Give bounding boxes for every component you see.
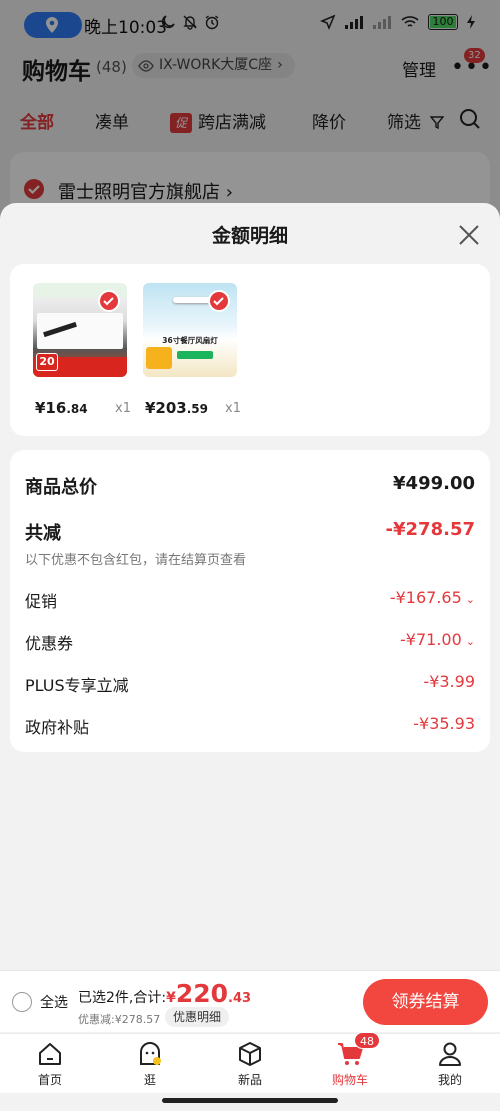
plus-row: PLUS专享立减 -¥3.99 <box>25 672 475 695</box>
selected-text: 已选2件,合计: <box>78 990 167 1006</box>
discount-summary: 优惠减:¥278.57 <box>78 1013 161 1026</box>
coupon-value-wrap: -¥71.00 ⌄ <box>400 630 475 649</box>
total-reduce-label: 共减 <box>25 523 61 544</box>
checkout-bar: 全选 已选2件,合计:¥220.43 优惠减:¥278.57 优惠明细 领券结算 <box>0 970 500 1032</box>
coupon-value: -¥71.00 <box>400 630 462 649</box>
nav-cart-label: 购物车 <box>331 1073 368 1087</box>
product-2-qty: x1 <box>225 401 241 416</box>
discount-note: 以下优惠不包含红包，请在结算页查看 <box>25 549 475 568</box>
box-icon <box>239 1042 261 1066</box>
product-1-price-decimal: .84 <box>66 402 88 416</box>
product-2-price-decimal: .59 <box>186 402 209 416</box>
product-image-2-label: 36寸餐厅风扇灯 <box>162 336 218 345</box>
product-image-1: 20 <box>33 283 127 377</box>
goods-total-value: ¥499.00 <box>393 473 475 494</box>
plus-label: PLUS专享立减 <box>25 676 129 695</box>
goods-total-row: 商品总价 ¥499.00 <box>25 473 475 498</box>
chevron-down-icon: ⌄ <box>465 635 475 648</box>
product-item[interactable]: 36寸餐厅风扇灯 ¥203.59 x1 <box>143 283 241 417</box>
total-amount: ¥220.43 <box>166 979 252 1008</box>
product-1-check <box>98 290 120 312</box>
nav-me-label: 我的 <box>437 1073 462 1087</box>
nav-me[interactable]: 我的 <box>415 1038 485 1088</box>
chevron-down-icon: ⌄ <box>465 593 475 606</box>
user-icon <box>439 1042 461 1066</box>
subsidy-row: 政府补贴 -¥35.93 <box>25 714 475 737</box>
nav-new-label: 新品 <box>237 1073 262 1087</box>
product-2-price-main: ¥203 <box>145 399 187 417</box>
product-image-1-label: 20 <box>36 353 58 371</box>
check-icon <box>103 297 114 306</box>
product-item[interactable]: 20 ¥16.84 x1 <box>33 283 131 417</box>
discount-note-text: 以下优惠不包含红包，请在结算页查看 <box>25 553 247 568</box>
product-2-check <box>208 290 230 312</box>
close-icon[interactable] <box>457 223 481 247</box>
coupon-label: 优惠券 <box>25 634 74 653</box>
nav-explore[interactable]: 逛 <box>115 1038 185 1088</box>
total-decimal: .43 <box>228 991 252 1006</box>
coupon-row[interactable]: 优惠券 -¥71.00 ⌄ <box>25 630 475 653</box>
promo-row[interactable]: 促销 -¥167.65 ⌄ <box>25 588 475 611</box>
promo-label: 促销 <box>25 592 58 611</box>
nav-home[interactable]: 首页 <box>15 1038 85 1088</box>
select-all-label[interactable]: 全选 <box>40 992 68 1012</box>
cart-count-badge: 48 <box>354 1032 380 1049</box>
summary-line: 已选2件,合计:¥220.43 <box>78 979 251 1008</box>
promo-value-wrap: -¥167.65 ⌄ <box>390 588 475 607</box>
product-image-2: 36寸餐厅风扇灯 <box>143 283 237 377</box>
check-icon <box>213 297 224 306</box>
subsidy-value: -¥35.93 <box>413 714 475 733</box>
subsidy-label: 政府补贴 <box>25 718 90 737</box>
nav-new[interactable]: 新品 <box>215 1038 285 1088</box>
nav-home-label: 首页 <box>37 1073 62 1087</box>
promo-value: -¥167.65 <box>389 588 462 607</box>
total-reduce-value: -¥278.57 <box>385 519 475 540</box>
total-symbol: ¥ <box>166 990 176 1006</box>
plus-value: -¥3.99 <box>423 672 475 691</box>
bottom-nav: 首页 逛 新品 购物车 我的 <box>0 1033 500 1093</box>
discount-detail-button[interactable]: 优惠明细 <box>165 1007 230 1027</box>
amount-detail-card: 商品总价 ¥499.00 共减 -¥278.57 以下优惠不包含红包，请在结算页… <box>10 450 490 752</box>
home-indicator <box>162 1098 338 1103</box>
total-main: 220 <box>175 979 229 1008</box>
total-reduce-row: 共减 -¥278.57 <box>25 519 475 544</box>
modal-overlay[interactable] <box>0 0 500 230</box>
select-all-checkbox[interactable] <box>12 992 32 1012</box>
explore-mascot-icon <box>140 1042 161 1065</box>
product-1-price: ¥16.84 <box>35 399 88 417</box>
checkout-button[interactable]: 领券结算 <box>363 979 488 1025</box>
sheet-title: 金额明细 <box>211 225 288 247</box>
home-icon <box>39 1043 61 1065</box>
nav-explore-label: 逛 <box>143 1073 156 1087</box>
goods-total-label: 商品总价 <box>25 477 97 498</box>
product-1-price-main: ¥16 <box>35 399 67 417</box>
selected-products-card: 20 ¥16.84 x1 36寸餐厅风扇灯 ¥203.59 x1 <box>10 264 490 436</box>
product-1-qty: x1 <box>115 401 131 416</box>
product-2-price: ¥203.59 <box>145 399 208 417</box>
